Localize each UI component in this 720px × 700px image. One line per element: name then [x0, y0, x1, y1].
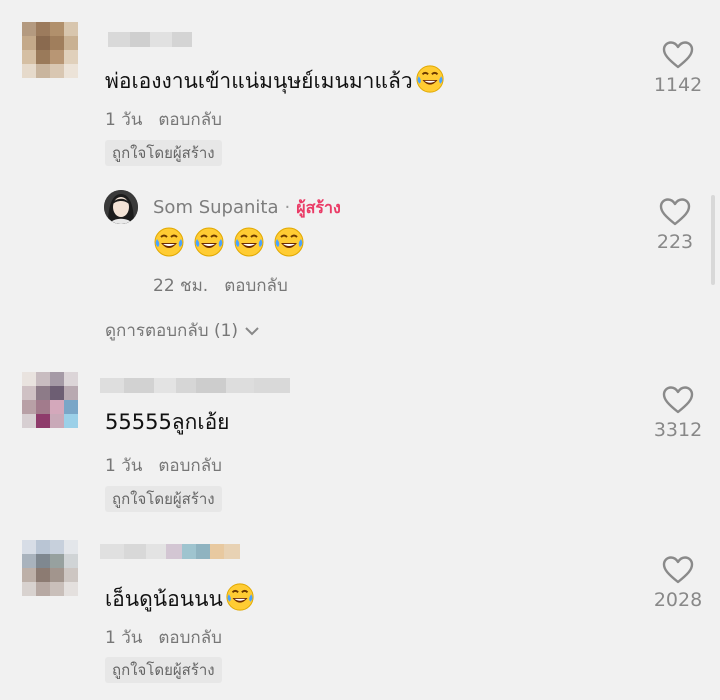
separator-dot: ·	[284, 197, 291, 218]
commenter-avatar-blurred[interactable]	[22, 22, 78, 78]
comment-meta: 1 วัน ตอบกลับ	[105, 452, 222, 479]
heart-outline-icon	[662, 556, 694, 584]
face-with-tears-of-joy-emoji	[415, 64, 445, 100]
reply-button[interactable]: ตอบกลับ	[158, 456, 222, 476]
like-count: 223	[656, 231, 694, 253]
comment-text: เอ็นดูน้อนนน	[105, 582, 255, 618]
username-blurred[interactable]	[108, 32, 192, 47]
commenter-avatar-blurred[interactable]	[22, 372, 78, 428]
like-count: 1142	[653, 74, 703, 96]
view-replies-label: ดูการตอบกลับ (1)	[105, 321, 239, 341]
heart-outline-icon	[662, 386, 694, 414]
face-with-tears-of-joy-emoji	[273, 226, 305, 262]
face-with-tears-of-joy-emoji	[233, 226, 265, 262]
comment-meta: 1 วัน ตอบกลับ	[105, 106, 222, 133]
like-button[interactable]: 1142	[638, 40, 718, 96]
comment-text: 55555ลูกเอ้ย	[105, 410, 230, 434]
comment-meta: 1 วัน ตอบกลับ	[105, 624, 222, 651]
reply-text	[153, 226, 305, 262]
face-with-tears-of-joy-emoji	[193, 226, 225, 262]
reply-author-avatar[interactable]	[104, 190, 138, 224]
reply-button[interactable]: ตอบกลับ	[224, 276, 288, 296]
like-button[interactable]: 2028	[638, 555, 718, 611]
view-replies-button[interactable]: ดูการตอบกลับ (1)	[105, 317, 260, 344]
reply-time: 22 ชม.	[153, 276, 209, 296]
comment-time: 1 วัน	[105, 110, 143, 130]
creator-badge: ผู้สร้าง	[296, 198, 341, 217]
heart-outline-icon	[659, 198, 691, 226]
username-blurred[interactable]	[100, 378, 290, 393]
username-blurred[interactable]	[100, 544, 240, 559]
liked-by-creator-badge: ถูกใจโดยผู้สร้าง	[105, 140, 222, 166]
face-with-tears-of-joy-emoji	[153, 226, 185, 262]
reply-author-name[interactable]: Som Supanita	[153, 197, 278, 218]
liked-by-creator-badge: ถูกใจโดยผู้สร้าง	[105, 486, 222, 512]
like-count: 3312	[653, 419, 703, 441]
like-button[interactable]: 3312	[638, 385, 718, 441]
comment-time: 1 วัน	[105, 628, 143, 648]
chevron-down-icon	[244, 321, 260, 341]
scrollbar[interactable]	[711, 195, 715, 285]
like-button[interactable]: 223	[635, 197, 715, 253]
reply-button[interactable]: ตอบกลับ	[158, 110, 222, 130]
heart-outline-icon	[662, 41, 694, 69]
comment-time: 1 วัน	[105, 456, 143, 476]
like-count: 2028	[653, 589, 703, 611]
reply-button[interactable]: ตอบกลับ	[158, 628, 222, 648]
reply-meta: 22 ชม. ตอบกลับ	[153, 272, 288, 299]
reply-author-line: Som Supanita · ผู้สร้าง	[153, 196, 341, 221]
face-with-tears-of-joy-emoji	[225, 582, 255, 618]
commenter-avatar-blurred[interactable]	[22, 540, 78, 596]
liked-by-creator-badge: ถูกใจโดยผู้สร้าง	[105, 657, 222, 683]
comment-text: พ่อเองงานเข้าแน่มนุษย์เมนมาแล้ว	[105, 64, 445, 100]
